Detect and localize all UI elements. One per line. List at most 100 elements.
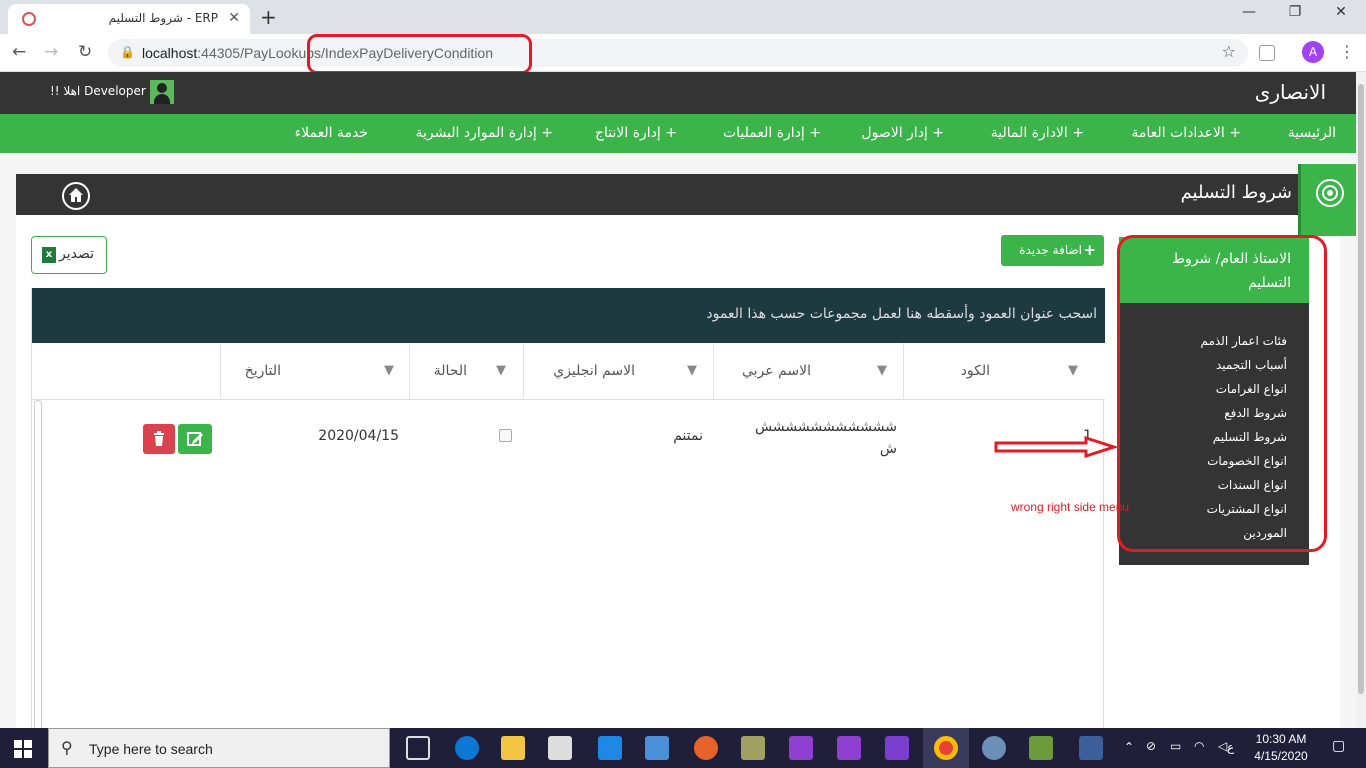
reload-icon[interactable]: ↻ bbox=[78, 42, 92, 62]
column-header-code[interactable]: الكود ▼ bbox=[903, 343, 1092, 400]
filter-icon[interactable]: ▼ bbox=[687, 363, 697, 378]
paint-icon[interactable] bbox=[982, 736, 1006, 760]
table-row[interactable]: 1 ششششششششششش ش نمتنم 2020/04/15 bbox=[32, 400, 1105, 475]
taskbar-search[interactable]: ⚲ Type here to search bbox=[48, 728, 390, 768]
site-favicon-icon bbox=[22, 12, 36, 26]
page-viewport: الانصارى !! اهلا Developer الرئيسية الاع… bbox=[0, 72, 1356, 728]
chart-app-icon[interactable] bbox=[1029, 736, 1053, 760]
network-off-icon[interactable]: ⊘ bbox=[1146, 739, 1156, 753]
nav-item-finance[interactable]: الادارة المالية + bbox=[991, 125, 1084, 141]
bookmark-star-icon[interactable]: ☆ bbox=[1222, 42, 1236, 61]
nav-item-general-settings[interactable]: الاعدادات العامة + bbox=[1131, 125, 1241, 141]
edge-icon[interactable] bbox=[455, 736, 479, 760]
browser-tabstrip: ERP - شروط التسليم ✕ + — ❐ ✕ bbox=[0, 0, 1366, 34]
cell-status bbox=[409, 400, 523, 475]
search-icon: ⚲ bbox=[61, 738, 73, 757]
column-header-name-ar[interactable]: الاسم عربي ▼ bbox=[713, 343, 903, 400]
network-app-icon[interactable] bbox=[645, 736, 669, 760]
wifi-icon[interactable]: ◠ bbox=[1194, 739, 1204, 753]
windows-start-icon[interactable] bbox=[14, 740, 32, 758]
cell-name-en: نمتنم bbox=[673, 428, 703, 444]
task-view-icon[interactable] bbox=[406, 736, 430, 760]
tab-close-icon[interactable]: ✕ bbox=[228, 10, 240, 26]
brand-name: الانصارى bbox=[1254, 80, 1326, 104]
browser-toolbar: ← → ↻ 🔒 localhost:44305/PayLookups/Index… bbox=[0, 34, 1366, 72]
profile-avatar[interactable]: A bbox=[1302, 41, 1324, 63]
cell-date: 2020/04/15 bbox=[318, 428, 399, 444]
browser-tab[interactable]: ERP - شروط التسليم ✕ bbox=[8, 4, 250, 34]
export-button[interactable]: x تصدير bbox=[31, 236, 107, 274]
nav-item-assets[interactable]: إدار الاصول + bbox=[861, 125, 944, 141]
group-hint-text: اسحب عنوان العمود وأسقطه هنا لعمل مجموعا… bbox=[706, 306, 1097, 322]
column-header-date[interactable]: التاريخ ▼ bbox=[220, 343, 409, 400]
filter-icon[interactable]: ▼ bbox=[496, 363, 506, 378]
url-highlight-annotation bbox=[307, 34, 532, 74]
input-language[interactable]: ع bbox=[1227, 740, 1234, 754]
annotation-text: wrong right side menu bbox=[1011, 500, 1130, 514]
back-icon[interactable]: ← bbox=[12, 42, 26, 62]
filter-icon[interactable]: ▼ bbox=[1068, 363, 1078, 378]
window-close-icon[interactable]: ✕ bbox=[1318, 4, 1364, 20]
main-nav: الرئيسية الاعدادات العامة + الادارة الما… bbox=[0, 114, 1356, 153]
excel-icon: x bbox=[42, 247, 56, 263]
visual-studio-icon[interactable] bbox=[837, 736, 861, 760]
filter-icon[interactable]: ▼ bbox=[384, 363, 394, 378]
visual-studio-icon[interactable] bbox=[885, 736, 909, 760]
grid-header-row: الكود ▼ الاسم عربي ▼ الاسم انجليزي ▼ الح… bbox=[32, 343, 1105, 400]
trash-icon bbox=[154, 431, 164, 446]
user-greeting: !! اهلا Developer bbox=[50, 84, 146, 98]
taskbar-clock[interactable]: 10:30 AM 4/15/2020 bbox=[1244, 731, 1318, 765]
page-scrollbar-thumb[interactable] bbox=[1358, 84, 1364, 694]
annotation-arrow bbox=[994, 436, 1118, 458]
app-topbar: الانصارى !! اهلا Developer bbox=[0, 72, 1356, 114]
volume-icon[interactable]: ◁ bbox=[1218, 739, 1227, 753]
home-button[interactable] bbox=[62, 182, 90, 210]
grid-scrollbar[interactable] bbox=[34, 400, 42, 728]
logo-icon bbox=[1316, 179, 1344, 207]
nav-item-home[interactable]: الرئيسية bbox=[1288, 125, 1336, 141]
battery-icon[interactable]: ▭ bbox=[1170, 739, 1181, 753]
chevron-up-icon[interactable]: ⌃ bbox=[1124, 740, 1134, 754]
visual-studio-icon[interactable] bbox=[789, 736, 813, 760]
add-new-label: اضافة جديدة bbox=[1019, 243, 1082, 257]
store-icon[interactable] bbox=[548, 736, 572, 760]
windows-taskbar: ⚲ Type here to search ⌃ ⊘ ▭ ◠ ◁ ع ▢ bbox=[0, 728, 1366, 768]
extension-icon[interactable] bbox=[1259, 45, 1275, 61]
forward-icon[interactable]: → bbox=[44, 42, 58, 62]
file-explorer-icon[interactable] bbox=[501, 736, 525, 760]
export-label: تصدير bbox=[59, 246, 95, 262]
tools-icon[interactable] bbox=[741, 736, 765, 760]
firefox-icon[interactable] bbox=[694, 736, 718, 760]
nav-item-hr[interactable]: إدارة الموارد البشرية + bbox=[415, 125, 553, 141]
status-checkbox[interactable] bbox=[499, 429, 512, 442]
minimize-icon[interactable]: — bbox=[1226, 4, 1272, 20]
browser-menu-icon[interactable]: ⋮ bbox=[1339, 42, 1355, 61]
delete-button[interactable] bbox=[143, 424, 175, 454]
mail-icon[interactable] bbox=[598, 736, 622, 760]
page-header: شروط التسليم bbox=[16, 174, 1340, 215]
column-header-name-en[interactable]: الاسم انجليزي ▼ bbox=[523, 343, 713, 400]
nav-item-operations[interactable]: إدارة العمليات + bbox=[723, 125, 821, 141]
add-new-button[interactable]: + اضافة جديدة bbox=[1001, 235, 1104, 266]
page-title: شروط التسليم bbox=[1180, 182, 1292, 203]
home-icon bbox=[69, 188, 83, 202]
column-header-status[interactable]: الحالة ▼ bbox=[409, 343, 523, 400]
edit-button[interactable] bbox=[178, 424, 212, 454]
notifications-icon[interactable]: ▢ bbox=[1332, 738, 1345, 754]
page-scrollbar[interactable] bbox=[1356, 72, 1366, 728]
lock-icon: 🔒 bbox=[120, 45, 135, 59]
new-tab-button[interactable]: + bbox=[260, 5, 277, 29]
address-bar[interactable]: 🔒 localhost:44305/PayLookups/IndexPayDel… bbox=[108, 39, 1248, 67]
cell-name-ar: ششششششششششش ش bbox=[755, 419, 897, 457]
plus-icon: + bbox=[1083, 241, 1096, 259]
maximize-icon[interactable]: ❐ bbox=[1272, 4, 1318, 20]
app-logo-flag bbox=[1298, 164, 1356, 236]
tab-title: ERP - شروط التسليم bbox=[108, 11, 218, 25]
filter-icon[interactable]: ▼ bbox=[877, 363, 887, 378]
chrome-icon[interactable] bbox=[934, 736, 958, 760]
group-drop-area[interactable]: اسحب عنوان العمود وأسقطه هنا لعمل مجموعا… bbox=[32, 288, 1105, 343]
remote-desktop-icon[interactable] bbox=[1079, 736, 1103, 760]
user-avatar-icon[interactable] bbox=[150, 80, 174, 104]
nav-item-production[interactable]: إدارة الانتاج + bbox=[595, 125, 677, 141]
nav-item-customer-service[interactable]: خدمة العملاء bbox=[295, 125, 368, 141]
